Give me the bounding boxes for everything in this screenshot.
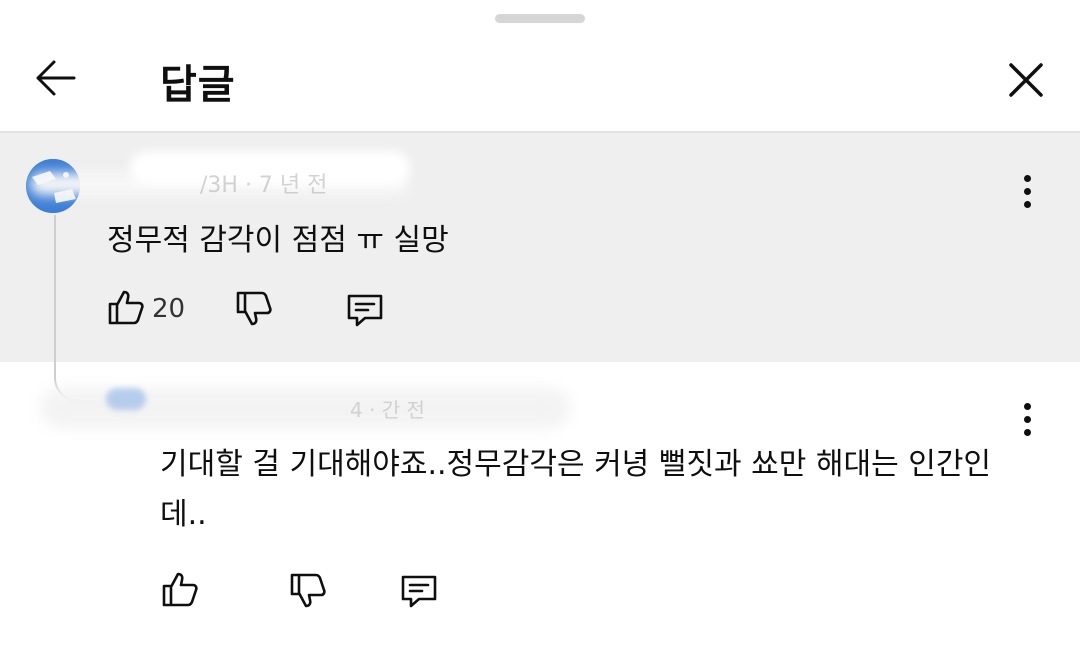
thumb-up-icon[interactable] — [160, 569, 200, 613]
comment-meta: /3H · 7 년 전 — [200, 173, 328, 198]
comment-text: 정무적 감각이 점점 ㅠ 실망 — [107, 223, 449, 258]
parent-comment: /3H · 7 년 전 정무적 감각이 점점 ㅠ 실망 20 — [0, 133, 1080, 362]
reply-icon[interactable] — [399, 571, 439, 615]
thumb-down-icon[interactable] — [234, 289, 274, 333]
close-icon[interactable] — [1002, 56, 1050, 104]
avatar[interactable] — [106, 388, 146, 410]
reply-text: 기대할 걸 기대해야죠..정무감각은 커녕 뻘짓과 쑈만 해대는 인간인데.. — [160, 447, 992, 532]
reply-meta: 4 · 간 전 — [350, 398, 425, 422]
drag-handle[interactable] — [495, 14, 585, 23]
page-title: 답글 — [160, 62, 236, 108]
more-vert-icon[interactable] — [1019, 175, 1035, 217]
thumb-up-icon[interactable] — [106, 287, 146, 331]
reply-icon[interactable] — [345, 290, 385, 334]
thumb-down-icon[interactable] — [288, 571, 328, 615]
more-vert-icon[interactable] — [1019, 403, 1035, 445]
back-arrow-icon[interactable] — [30, 56, 80, 100]
like-count: 20 — [152, 294, 186, 324]
thread-line — [54, 215, 96, 402]
header: 답글 — [0, 34, 1080, 132]
